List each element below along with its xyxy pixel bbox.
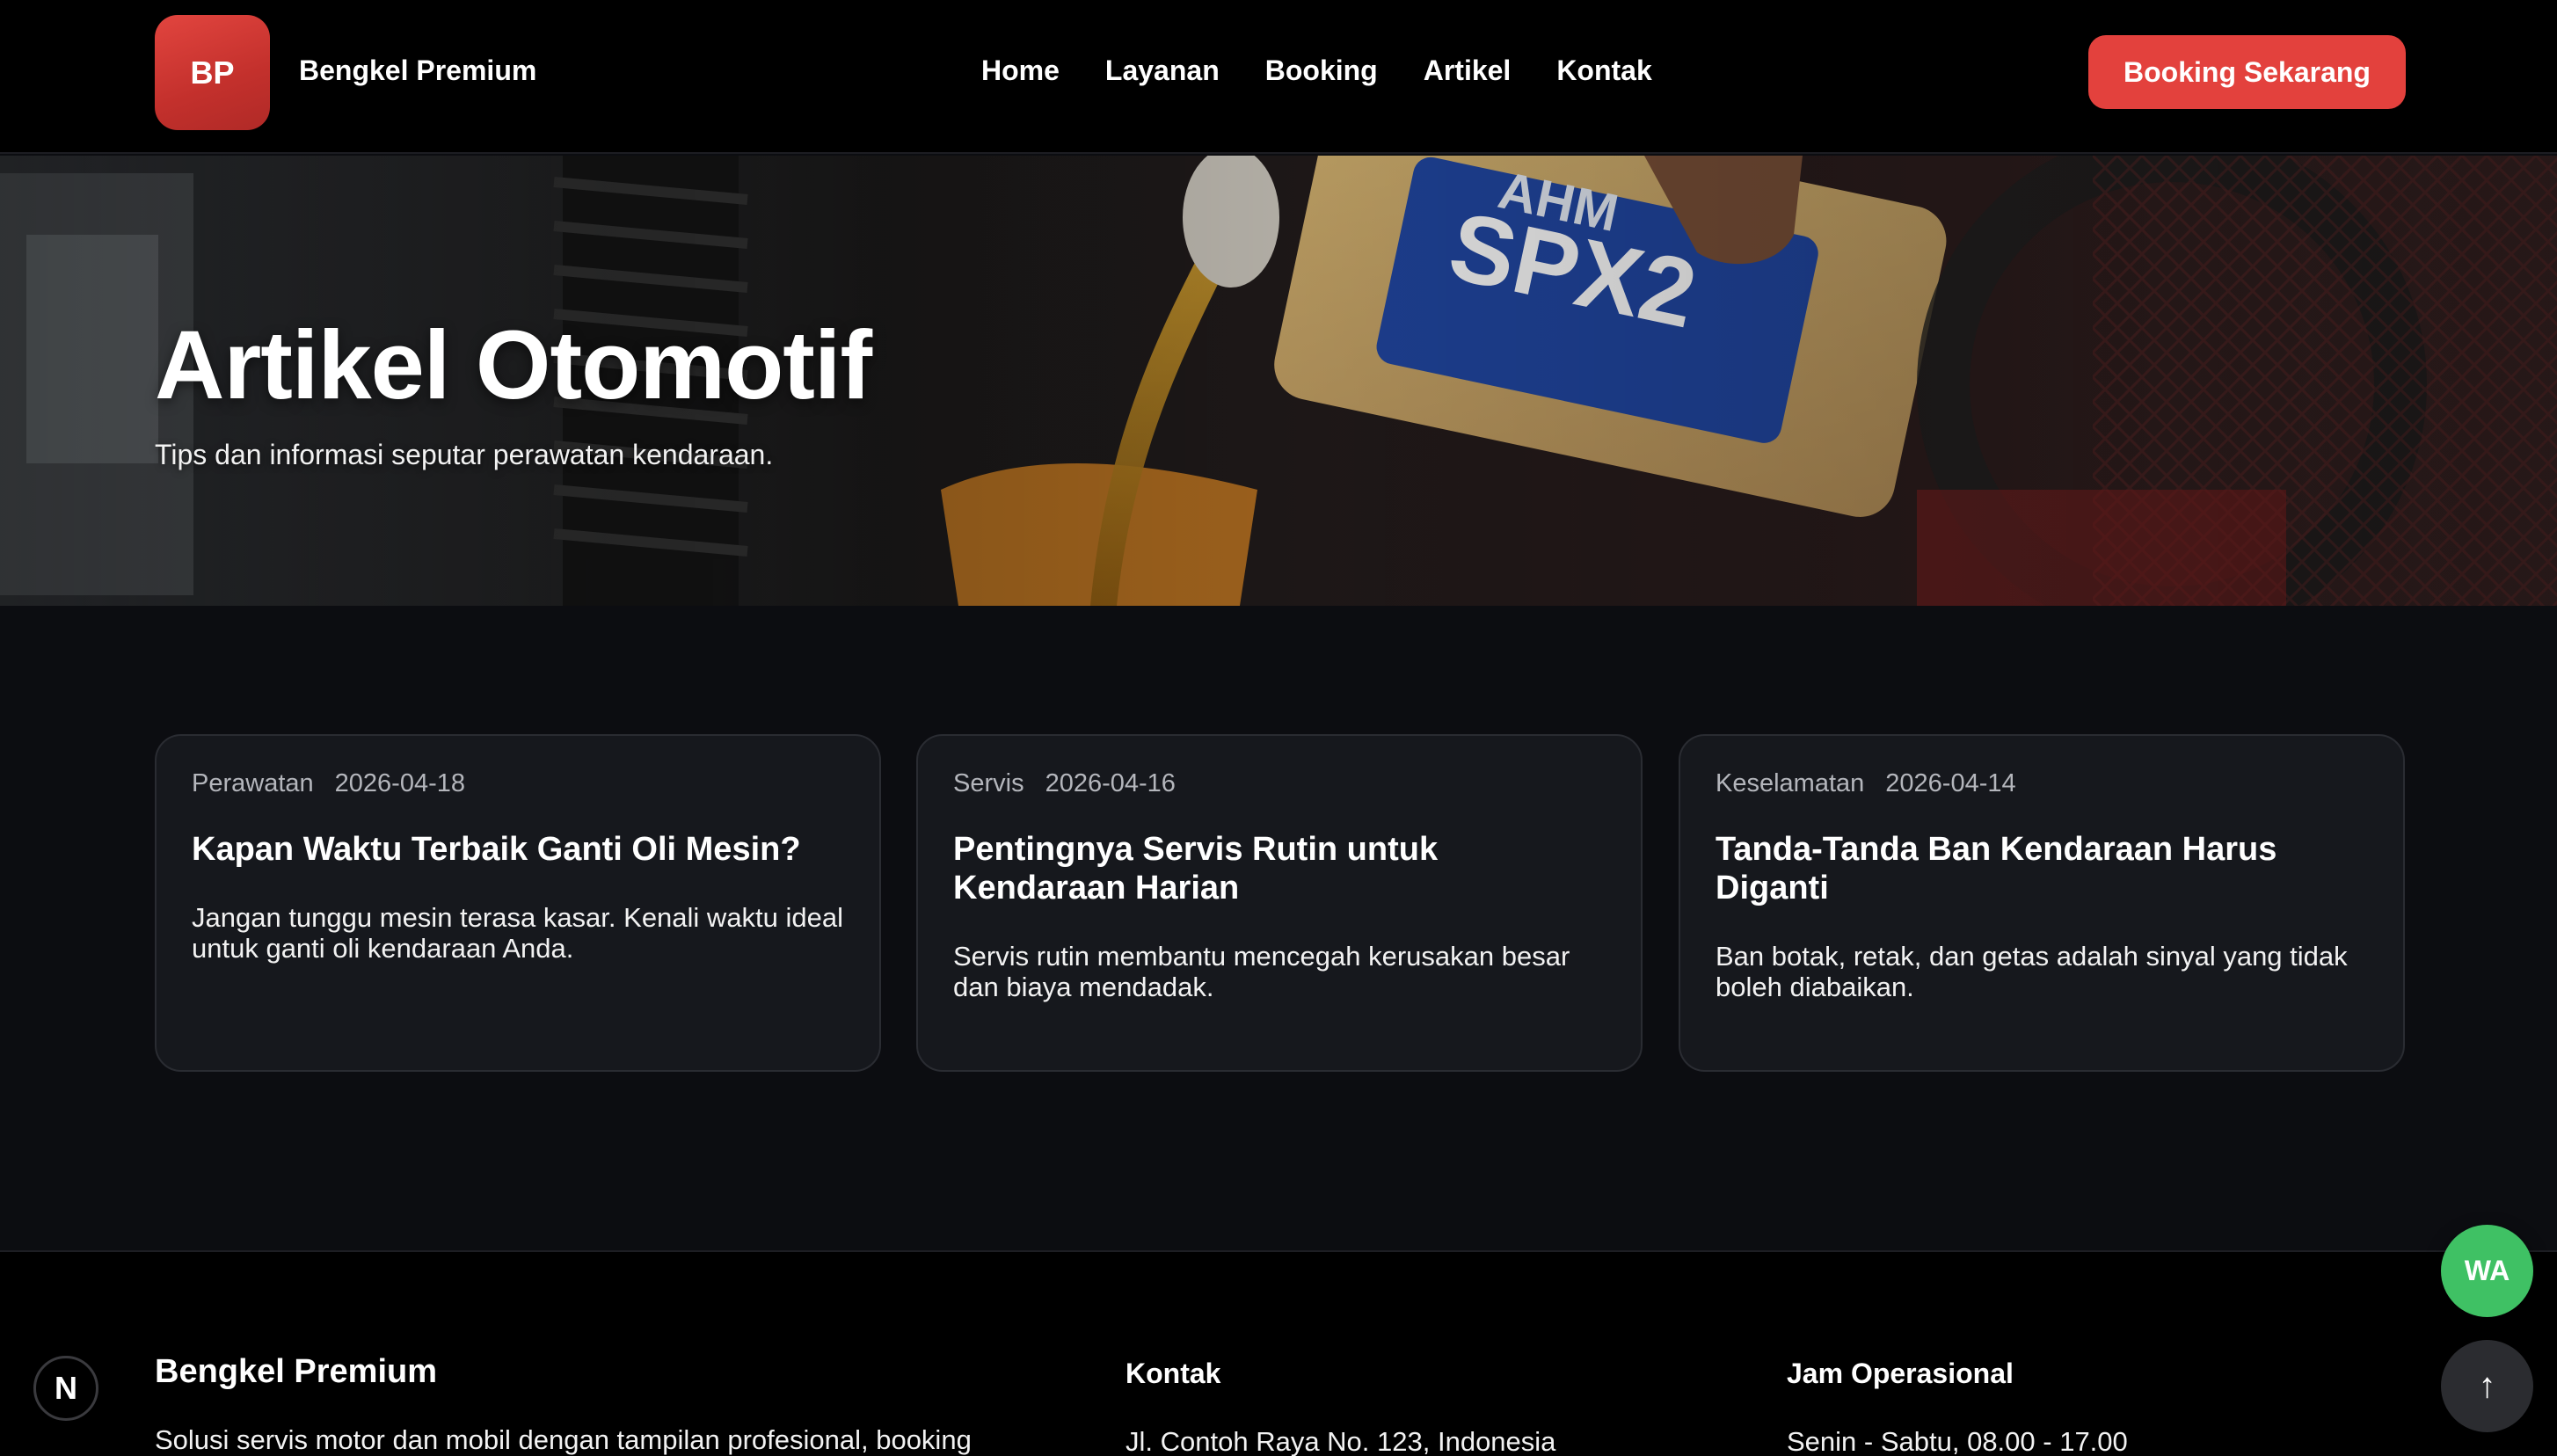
brand-name[interactable]: Bengkel Premium xyxy=(299,55,536,87)
article-title[interactable]: Pentingnya Servis Rutin untuk Kendaraan … xyxy=(953,830,1606,907)
footer-description: Solusi servis motor dan mobil dengan tam… xyxy=(155,1424,972,1455)
dev-indicator-label: N xyxy=(55,1370,77,1406)
article-excerpt: Ban botak, retak, dan getas adalah sinya… xyxy=(1716,941,2348,1002)
page-title: Artikel Otomotif xyxy=(155,311,872,419)
logo-badge[interactable]: BP xyxy=(155,15,270,130)
footer-brand: Bengkel Premium xyxy=(155,1353,437,1390)
article-category: Servis xyxy=(953,769,1024,797)
hero-banner: SPX2 AHM Artikel Otomotif Tips dan infor… xyxy=(0,156,2557,606)
article-title[interactable]: Tanda-Tanda Ban Kendaraan Harus Diganti xyxy=(1716,830,2368,907)
article-date: 2026-04-14 xyxy=(1885,769,2016,797)
nav-kontak[interactable]: Kontak xyxy=(1556,55,1651,87)
whatsapp-button[interactable]: WA xyxy=(2441,1225,2533,1317)
article-card[interactable]: Keselamatan 2026-04-14 Tanda-Tanda Ban K… xyxy=(1679,734,2405,1072)
nav-home[interactable]: Home xyxy=(981,55,1060,87)
site-footer: Bengkel Premium Solusi servis motor dan … xyxy=(0,1252,2557,1456)
nav-layanan[interactable]: Layanan xyxy=(1105,55,1220,87)
article-meta: Servis 2026-04-16 xyxy=(953,769,1606,798)
footer-address: Jl. Contoh Raya No. 123, Indonesia xyxy=(1126,1426,1556,1456)
main-nav: Home Layanan Booking Artikel Kontak xyxy=(981,55,1652,87)
logo-text: BP xyxy=(190,54,235,91)
site-header: BP Bengkel Premium Home Layanan Booking … xyxy=(0,0,2557,154)
article-date: 2026-04-16 xyxy=(1045,769,1176,797)
footer-contact-heading: Kontak xyxy=(1126,1358,1221,1389)
article-card[interactable]: Servis 2026-04-16 Pentingnya Servis Ruti… xyxy=(916,734,1643,1072)
whatsapp-label: WA xyxy=(2464,1255,2510,1286)
article-excerpt: Servis rutin membantu mencegah kerusakan… xyxy=(953,941,1570,1002)
article-category: Keselamatan xyxy=(1716,769,1865,797)
article-title[interactable]: Kapan Waktu Terbaik Ganti Oli Mesin? xyxy=(192,830,844,869)
article-meta: Perawatan 2026-04-18 xyxy=(192,769,844,798)
article-meta: Keselamatan 2026-04-14 xyxy=(1716,769,2368,798)
nav-booking[interactable]: Booking xyxy=(1265,55,1378,87)
booking-now-button[interactable]: Booking Sekarang xyxy=(2088,35,2406,109)
dev-indicator-icon[interactable]: N xyxy=(33,1356,98,1421)
article-card[interactable]: Perawatan 2026-04-18 Kapan Waktu Terbaik… xyxy=(155,734,881,1072)
footer-hours: Senin - Sabtu, 08.00 - 17.00 xyxy=(1787,1426,2128,1456)
arrow-up-icon: ↑ xyxy=(2478,1366,2496,1405)
scroll-to-top-button[interactable]: ↑ xyxy=(2441,1340,2533,1432)
article-category: Perawatan xyxy=(192,769,314,797)
nav-artikel[interactable]: Artikel xyxy=(1424,55,1512,87)
footer-hours-heading: Jam Operasional xyxy=(1787,1358,2014,1389)
article-excerpt: Jangan tunggu mesin terasa kasar. Kenali… xyxy=(192,902,844,964)
page-subtitle: Tips dan informasi seputar perawatan ken… xyxy=(155,439,774,470)
article-date: 2026-04-18 xyxy=(334,769,465,797)
